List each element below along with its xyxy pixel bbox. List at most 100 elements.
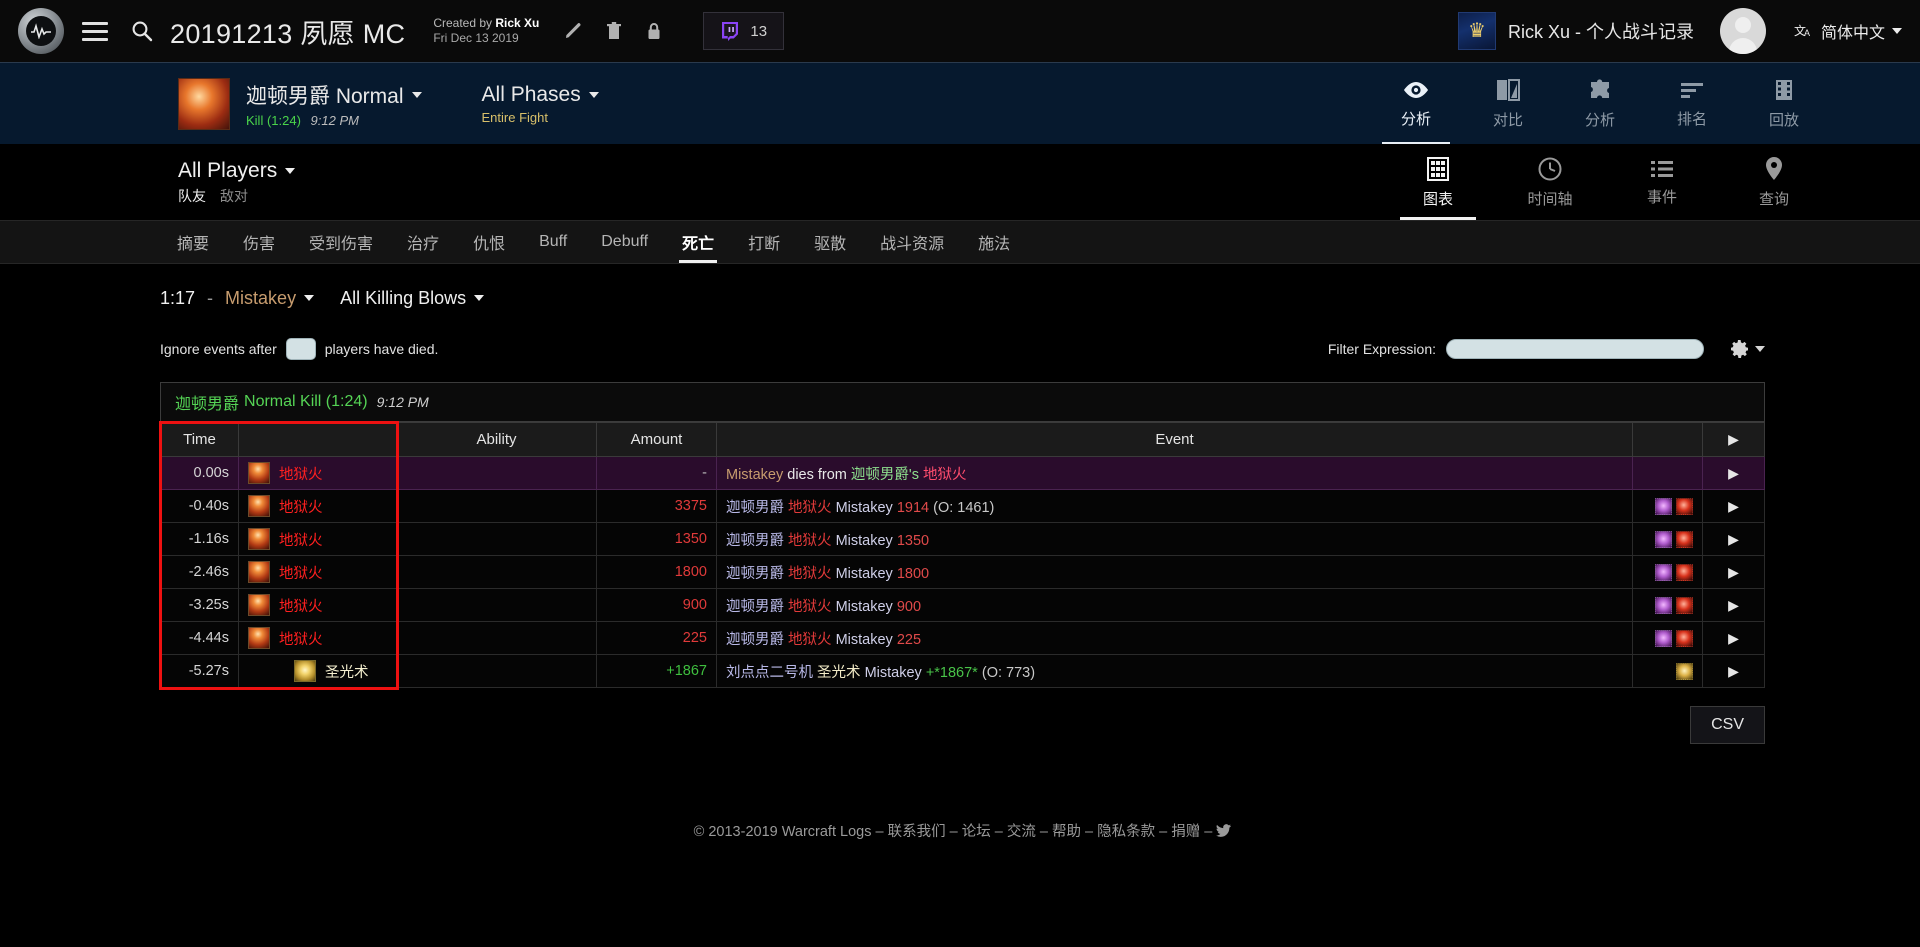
subtab-buffs[interactable]: Buff [522, 221, 584, 263]
table-row[interactable]: -4.44s地狱火225迦顿男爵 地狱火 Mistakey 225▶ [161, 622, 1765, 655]
expand-row-arrow-icon[interactable]: ▶ [1728, 663, 1739, 679]
death-selector[interactable]: 1:17 - Mistakey [160, 288, 314, 309]
pencil-edit-icon[interactable] [563, 21, 583, 41]
subtab-damage-done[interactable]: 伤害 [226, 221, 292, 263]
holy-light-spell-icon [294, 660, 316, 682]
cell-expand[interactable]: ▶ [1703, 589, 1765, 622]
hamburger-menu-icon[interactable] [82, 17, 108, 46]
cell-expand[interactable]: ▶ [1703, 655, 1765, 688]
col-header-ability[interactable]: Ability [397, 423, 597, 457]
analysis-subtabs: 摘要 伤害 受到伤害 治疗 仇恨 Buff Debuff 死亡 打断 驱散 战斗… [0, 220, 1920, 264]
tab-events[interactable]: 事件 [1606, 144, 1718, 220]
col-header-icon[interactable] [239, 423, 397, 457]
subtab-casts[interactable]: 施法 [961, 221, 1027, 263]
table-row[interactable]: -0.40s地狱火3375迦顿男爵 地狱火 Mistakey 1914 (O: … [161, 490, 1765, 523]
expand-all-arrow-icon[interactable]: ▶ [1728, 431, 1739, 447]
language-label: 简体中文 [1821, 19, 1885, 43]
cell-ability[interactable]: 地狱火 [239, 622, 397, 655]
lock-privacy-icon[interactable] [645, 21, 663, 41]
twitter-bird-icon[interactable] [1216, 824, 1231, 837]
col-header-amount[interactable]: Amount [597, 423, 717, 457]
cell-ability[interactable]: 圣光术 [239, 655, 397, 688]
svg-text:A: A [1804, 28, 1810, 38]
col-header-time[interactable]: Time [161, 423, 239, 457]
cell-ability[interactable]: 地狱火 [239, 523, 397, 556]
subtab-threat[interactable]: 仇恨 [456, 221, 522, 263]
table-row[interactable]: -1.16s地狱火1350迦顿男爵 地狱火 Mistakey 1350▶ [161, 523, 1765, 556]
footer-link[interactable]: 隐私条款 [1097, 824, 1155, 840]
ignore-events-control: Ignore events after players have died. [160, 338, 438, 360]
enemy-toggle[interactable]: 敌对 [220, 186, 248, 206]
tab-compare[interactable]: 对比 [1462, 63, 1554, 145]
holy-school-icon [1676, 663, 1693, 680]
subtab-resources[interactable]: 战斗资源 [863, 221, 961, 263]
friendly-toggle[interactable]: 队友 [178, 186, 206, 206]
cell-ability[interactable]: 地狱火 [239, 490, 397, 523]
cell-ability[interactable]: 地狱火 [239, 556, 397, 589]
cell-time: -2.46s [161, 556, 239, 589]
subtab-healing[interactable]: 治疗 [390, 221, 456, 263]
table-row[interactable]: 0.00s地狱火-Mistakey dies from 迦顿男爵's 地狱火▶ [161, 457, 1765, 490]
expand-row-arrow-icon[interactable]: ▶ [1728, 630, 1739, 646]
phase-selector[interactable]: All Phases Entire Fight [482, 83, 599, 125]
col-header-event[interactable]: Event [717, 423, 1633, 457]
cell-expand[interactable]: ▶ [1703, 556, 1765, 589]
cell-expand[interactable]: ▶ [1703, 622, 1765, 655]
expand-row-arrow-icon[interactable]: ▶ [1728, 564, 1739, 580]
trash-delete-icon[interactable] [605, 21, 623, 41]
expand-row-arrow-icon[interactable]: ▶ [1728, 498, 1739, 514]
all-players-selector[interactable]: All Players 队友 敌对 [178, 159, 295, 206]
tab-timeline[interactable]: 时间轴 [1494, 144, 1606, 220]
csv-export-button[interactable]: CSV [1690, 706, 1765, 744]
footer-link[interactable]: 论坛 [962, 824, 991, 840]
subtab-dispels[interactable]: 驱散 [797, 221, 863, 263]
subtab-damage-taken[interactable]: 受到伤害 [292, 221, 390, 263]
language-selector[interactable]: 文 A 简体中文 [1794, 19, 1902, 43]
page-title: 20191213 夙愿 MC [170, 12, 405, 51]
subtab-interrupts[interactable]: 打断 [731, 221, 797, 263]
cell-time: -5.27s [161, 655, 239, 688]
footer-link[interactable]: 联系我们 [888, 824, 946, 840]
cell-ability[interactable]: 地狱火 [239, 589, 397, 622]
expand-row-arrow-icon[interactable]: ▶ [1728, 465, 1739, 481]
cell-amount: +1867 [597, 655, 717, 688]
col-header-tags [1633, 423, 1703, 457]
killing-blows-selector[interactable]: All Killing Blows [340, 288, 484, 309]
twitter-icon[interactable]: – [1204, 824, 1216, 840]
settings-gear-icon[interactable] [1730, 339, 1765, 359]
search-icon[interactable] [130, 19, 154, 43]
cell-expand[interactable]: ▶ [1703, 457, 1765, 490]
subtab-deaths[interactable]: 死亡 [665, 221, 731, 263]
user-profile-link[interactable]: Rick Xu - 个人战斗记录 [1508, 18, 1694, 44]
table-row[interactable]: -2.46s地狱火1800迦顿男爵 地狱火 Mistakey 1800▶ [161, 556, 1765, 589]
footer-link[interactable]: 交流 [1007, 824, 1036, 840]
table-row[interactable]: -3.25s地狱火900迦顿男爵 地狱火 Mistakey 900▶ [161, 589, 1765, 622]
cell-time: -0.40s [161, 490, 239, 523]
tab-replay[interactable]: 回放 [1738, 63, 1830, 145]
tab-query[interactable]: 查询 [1718, 144, 1830, 220]
twitch-viewers-button[interactable]: 13 [703, 12, 784, 50]
boss-selector[interactable]: 迦顿男爵 Normal Kill (1:24) 9:12 PM [246, 80, 422, 128]
cell-expand[interactable]: ▶ [1703, 490, 1765, 523]
table-row[interactable]: -5.27s圣光术+1867刘点点二号机 圣光术 Mistakey +*1867… [161, 655, 1765, 688]
subtab-debuffs[interactable]: Debuff [584, 221, 665, 263]
tab-analyze-puzzle[interactable]: 分析 [1554, 63, 1646, 145]
tab-rankings[interactable]: 排名 [1646, 63, 1738, 145]
subtab-summary[interactable]: 摘要 [160, 221, 226, 263]
fight-boss-name: 迦顿男爵 [175, 390, 239, 414]
ignore-deaths-input[interactable] [286, 338, 316, 360]
cell-ability[interactable]: 地狱火 [239, 457, 397, 490]
tab-analysis-eye[interactable]: 分析 [1370, 63, 1462, 145]
user-avatar-icon[interactable] [1720, 8, 1766, 54]
warcraft-logs-logo[interactable] [18, 8, 64, 54]
col-header-expand: ▶ [1703, 423, 1765, 457]
expand-row-arrow-icon[interactable]: ▶ [1728, 531, 1739, 547]
alliance-crest-icon[interactable]: ♛ [1458, 12, 1496, 50]
tab-charts[interactable]: 图表 [1382, 144, 1494, 220]
expand-row-arrow-icon[interactable]: ▶ [1728, 597, 1739, 613]
footer-link[interactable]: 捐赠 [1171, 824, 1200, 840]
filter-expression-input[interactable] [1446, 339, 1704, 359]
topbar-right-group: ♛ Rick Xu - 个人战斗记录 文 A 简体中文 [1458, 8, 1902, 54]
footer-link[interactable]: 帮助 [1052, 824, 1081, 840]
cell-expand[interactable]: ▶ [1703, 523, 1765, 556]
